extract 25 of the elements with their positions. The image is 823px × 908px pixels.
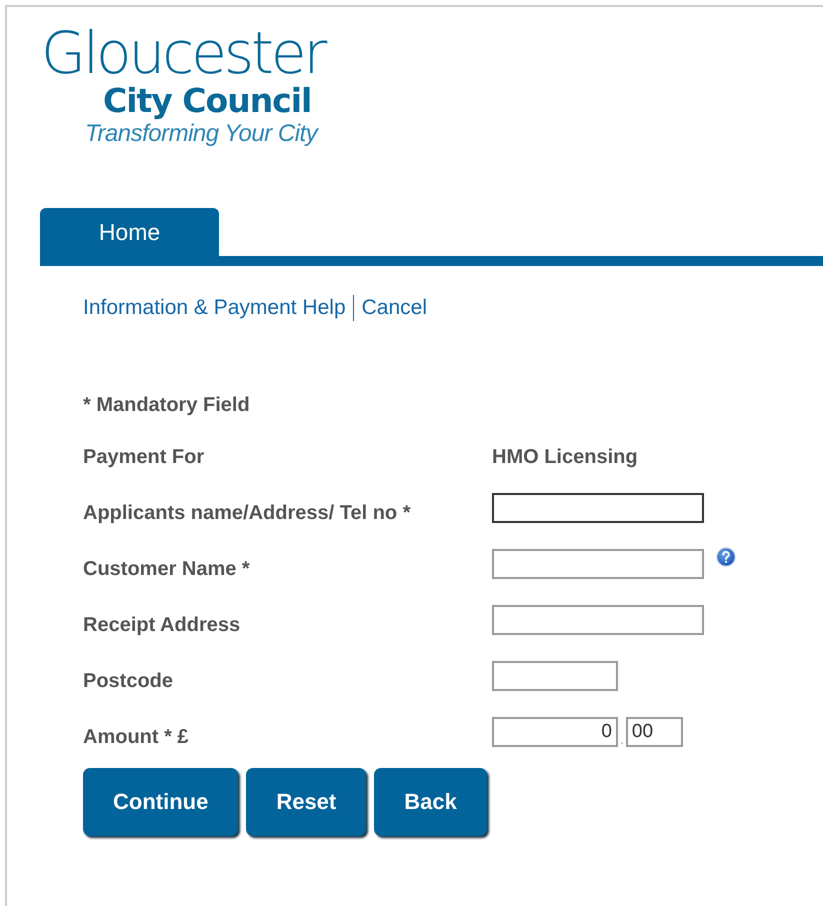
field-label: Amount * £ — [83, 724, 190, 748]
input-field[interactable] — [492, 549, 704, 579]
form-button[interactable]: Reset — [246, 768, 366, 836]
help-icon[interactable] — [716, 547, 736, 567]
field-label: Postcode — [83, 668, 174, 692]
decimal-point: . — [620, 731, 624, 747]
field-label: Payment For — [83, 444, 206, 468]
form-button[interactable]: Continue — [83, 768, 238, 836]
pence-field[interactable]: 00 — [626, 717, 683, 747]
nav-link[interactable]: Cancel — [362, 296, 427, 320]
logo-title: Gloucester — [41, 23, 326, 83]
input-field[interactable] — [492, 493, 704, 523]
input-field[interactable] — [492, 605, 704, 635]
form-button[interactable]: Back — [374, 768, 487, 836]
nav-link[interactable]: Information & Payment Help — [83, 296, 346, 320]
mandatory-note: * Mandatory Field — [83, 394, 251, 418]
logo-subtitle: City Council — [102, 83, 312, 119]
logo-tagline: Transforming Your City — [84, 120, 320, 149]
pounds-field[interactable]: 0 — [492, 717, 618, 747]
field-value: HMO Licensing — [492, 444, 638, 468]
field-label: Customer Name * — [83, 556, 251, 580]
home-tab[interactable]: Home — [40, 208, 219, 256]
field-label: Applicants name/Address/ Tel no * — [83, 500, 412, 524]
input-field[interactable] — [492, 661, 618, 691]
field-label: Receipt Address — [83, 612, 242, 636]
